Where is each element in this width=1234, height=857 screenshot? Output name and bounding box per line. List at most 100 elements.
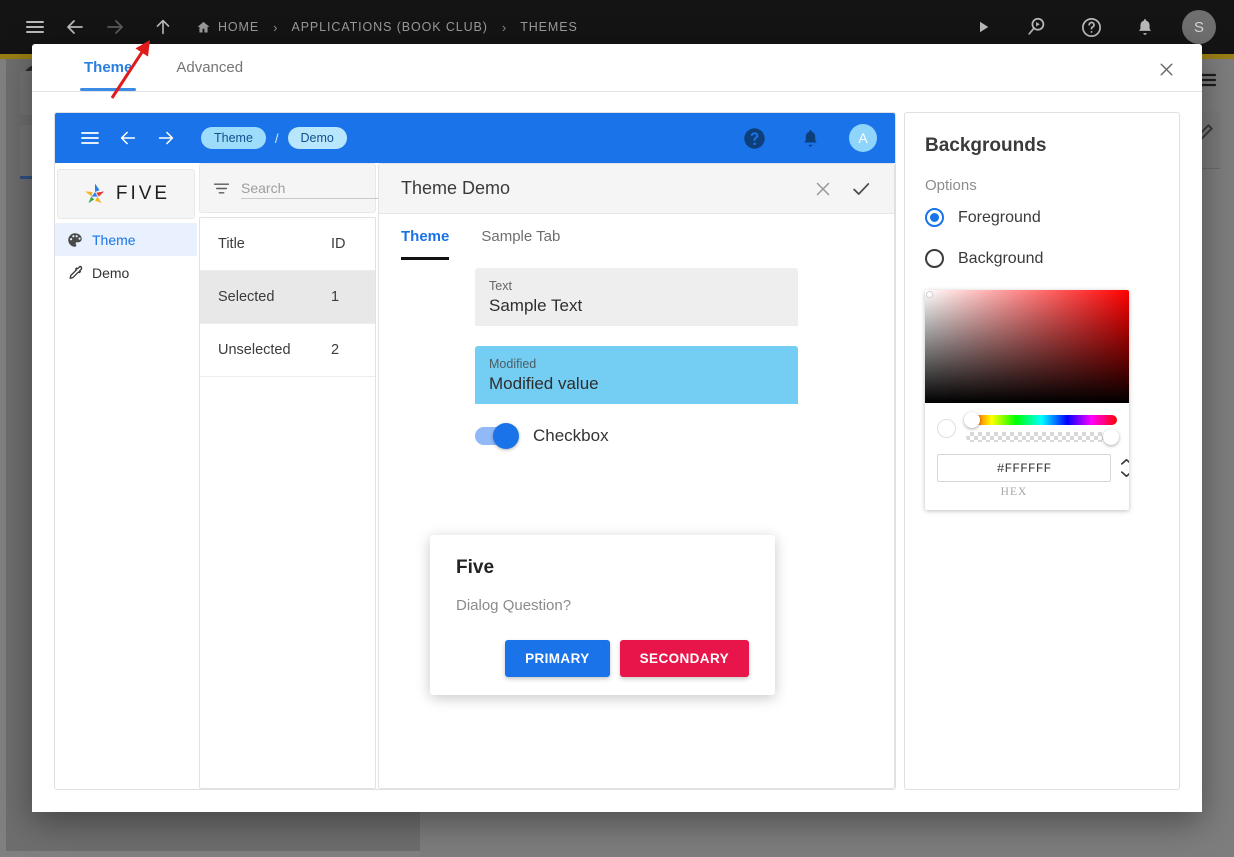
- modal-header: Theme Advanced: [32, 44, 1202, 92]
- tab-theme-label: Theme: [84, 59, 133, 76]
- tab-advanced-label: Advanced: [176, 59, 244, 76]
- help-icon[interactable]: [1074, 10, 1108, 44]
- secondary-button[interactable]: SECONDARY: [619, 640, 749, 677]
- toggle-knob: [493, 423, 519, 449]
- five-logo: FIVE: [57, 169, 195, 219]
- checkbox-label: Checkbox: [533, 426, 609, 445]
- table-row[interactable]: Selected 1: [200, 271, 375, 324]
- field-text-value: Sample Text: [489, 296, 583, 315]
- radio-background-label: Background: [958, 249, 1044, 267]
- form-header-actions: [812, 178, 872, 200]
- breadcrumb-label-home: HOME: [218, 20, 260, 34]
- sidebar-item-demo-label: Demo: [92, 264, 130, 281]
- hamburger-icon[interactable]: [18, 10, 52, 44]
- eyedropper-icon: [65, 263, 85, 283]
- dialog-title: Five: [456, 557, 495, 578]
- breadcrumb-separator: ›: [273, 19, 278, 35]
- primary-button[interactable]: PRIMARY: [505, 640, 610, 677]
- saturation-value-area[interactable]: [925, 290, 1129, 403]
- preview-appbar-actions: A: [737, 121, 877, 155]
- tab-sample[interactable]: Sample Tab: [481, 214, 560, 258]
- palette-icon: [65, 230, 85, 250]
- preview-crumb-demo[interactable]: Demo: [287, 127, 347, 149]
- bell-icon[interactable]: [1128, 10, 1162, 44]
- close-icon[interactable]: [1150, 53, 1182, 85]
- backgrounds-title: Backgrounds: [925, 135, 1047, 156]
- bell-icon[interactable]: [793, 121, 827, 155]
- filter-icon[interactable]: [212, 179, 231, 198]
- arrow-left-icon[interactable]: [111, 121, 145, 155]
- page-title: Theme Demo: [401, 178, 511, 198]
- preview-appbar: Theme / Demo A: [55, 113, 895, 163]
- column-header-title: Title: [218, 236, 245, 252]
- color-preview-swatch: [937, 419, 956, 438]
- field-modified-value: Modified value: [489, 374, 599, 393]
- field-text[interactable]: Text Sample Text: [475, 268, 798, 326]
- record-table: Title ID Selected 1 Unselected 2: [199, 217, 376, 789]
- breadcrumb: HOME › APPLICATIONS (BOOK CLUB) › THEMES: [196, 20, 578, 35]
- tab-advanced[interactable]: Advanced: [164, 44, 255, 91]
- modal-tabs: Theme Advanced: [58, 44, 255, 91]
- arrow-left-icon[interactable]: [58, 10, 92, 44]
- five-logo-text: FIVE: [115, 183, 171, 204]
- cancel-icon[interactable]: [812, 178, 834, 200]
- hue-slider-knob[interactable]: [964, 412, 980, 428]
- preview-crumb-separator: /: [274, 130, 279, 146]
- row-id: 2: [331, 342, 340, 358]
- search-run-icon[interactable]: [1020, 10, 1054, 44]
- five-pinwheel-icon: [85, 183, 104, 204]
- options-label: Options: [925, 177, 977, 194]
- preview-crumb-theme[interactable]: Theme: [201, 127, 266, 149]
- preview-body: FIVE Theme Demo Search Title ID Selected…: [55, 163, 895, 789]
- home-icon: [196, 20, 211, 35]
- alpha-slider-knob[interactable]: [1103, 429, 1119, 445]
- theme-preview: Theme / Demo A FIVE Theme Demo Search Ti…: [54, 112, 896, 790]
- spinner-updown-icon[interactable]: [1119, 458, 1129, 478]
- radio-foreground-label: Foreground: [958, 208, 1041, 226]
- dialog-actions: PRIMARY SECONDARY: [456, 640, 749, 677]
- hamburger-icon[interactable]: [73, 121, 107, 155]
- search-bar: [199, 163, 450, 213]
- check-icon[interactable]: [850, 178, 872, 200]
- field-modified-label: Modified: [489, 357, 537, 371]
- tab-theme[interactable]: Theme: [72, 44, 144, 91]
- radio-option-background[interactable]: Background: [925, 249, 1159, 268]
- radio-foreground-indicator: [925, 208, 944, 227]
- row-title: Selected: [218, 289, 275, 305]
- preview-avatar[interactable]: A: [849, 124, 877, 152]
- arrow-right-icon[interactable]: [149, 121, 183, 155]
- field-text-label: Text: [489, 279, 512, 293]
- column-header-id: ID: [331, 236, 346, 252]
- tab-theme-inner[interactable]: Theme: [401, 214, 450, 260]
- checkbox-toggle[interactable]: [475, 423, 519, 449]
- sv-cursor[interactable]: [926, 291, 933, 298]
- radio-option-foreground[interactable]: Foreground: [925, 208, 1159, 227]
- sidebar-item-theme-label: Theme: [92, 231, 136, 248]
- help-icon[interactable]: [737, 121, 771, 155]
- alpha-slider[interactable]: [966, 429, 1119, 445]
- row-title: Unselected: [218, 342, 291, 358]
- topbar-actions: S: [966, 10, 1216, 44]
- breadcrumb-item-applications[interactable]: APPLICATIONS (BOOK CLUB): [291, 20, 487, 34]
- arrow-right-icon[interactable]: [98, 10, 132, 44]
- breadcrumb-item-home[interactable]: HOME: [196, 20, 259, 35]
- color-picker: HEX: [925, 290, 1129, 510]
- play-icon[interactable]: [966, 10, 1000, 44]
- hue-slider[interactable]: [964, 412, 1117, 428]
- table-row[interactable]: Unselected 2: [200, 324, 375, 377]
- field-modified[interactable]: Modified Modified value: [475, 346, 798, 404]
- picker-sliders: [964, 412, 1119, 445]
- sidebar-item-demo[interactable]: Demo: [55, 256, 197, 289]
- sidebar-item-theme[interactable]: Theme: [55, 223, 197, 256]
- row-id: 1: [331, 289, 340, 305]
- sample-dialog: Five Dialog Question? PRIMARY SECONDARY: [430, 535, 775, 695]
- breadcrumb-item-themes[interactable]: THEMES: [520, 20, 578, 34]
- backgrounds-panel: Backgrounds Options Foreground Backgroun…: [904, 112, 1180, 790]
- user-avatar[interactable]: S: [1182, 10, 1216, 44]
- arrow-up-icon[interactable]: [146, 10, 180, 44]
- modal-body: Theme / Demo A FIVE Theme Demo Search Ti…: [32, 92, 1202, 812]
- tab-sample-label: Sample Tab: [481, 227, 561, 245]
- record-list-panel: Title ID Selected 1 Unselected 2: [199, 163, 450, 789]
- hex-input[interactable]: [937, 454, 1111, 482]
- hex-row: [925, 450, 1129, 486]
